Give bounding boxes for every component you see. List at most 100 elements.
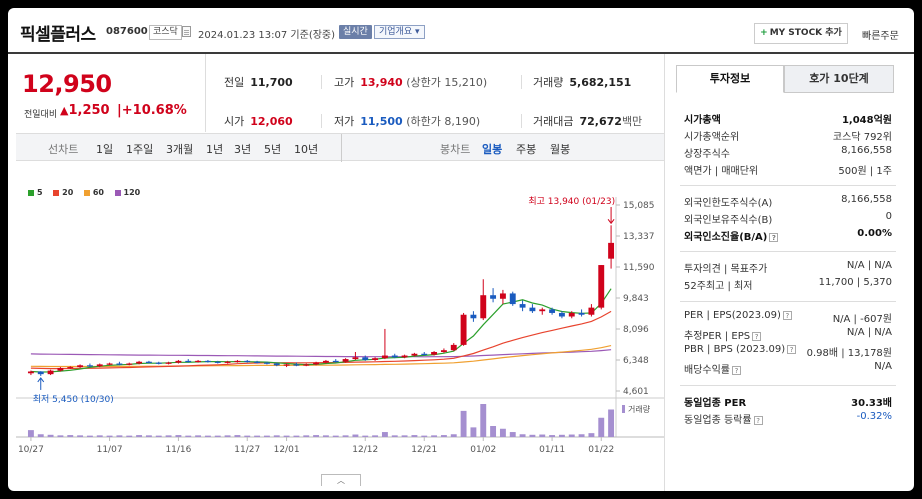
y-tick-label: 4,601 (623, 387, 649, 397)
market-tag: 코스닥 (149, 25, 182, 40)
volume-bar (332, 435, 339, 437)
volume-bar (204, 435, 211, 437)
candle-body (450, 344, 457, 351)
help-icon[interactable]: ? (769, 233, 779, 242)
volume-bar (185, 435, 192, 437)
volume-bar (509, 432, 516, 437)
price-change-percent: |+10.68% (117, 103, 187, 118)
tab-weekly[interactable]: 주봉 (516, 141, 536, 157)
info-value: 0.98배 | 13,178원 (806, 348, 892, 359)
info-key: PBR | BPS (2023.09)? (684, 344, 797, 355)
y-tick-label: 11,590 (623, 263, 655, 273)
company-info-dropdown[interactable]: 기업개요 ▾ (374, 25, 425, 39)
collapse-chart-button[interactable]: ︿ (321, 474, 361, 486)
info-key: 동일업종 등락률? (684, 411, 763, 426)
volume-bar (440, 435, 447, 437)
y-tick-label: 9,843 (623, 294, 649, 304)
info-value: 8,166,558 (841, 194, 892, 205)
help-icon[interactable]: ? (752, 332, 762, 341)
candle-body (116, 363, 123, 365)
candle-body (155, 362, 162, 364)
volume-bar (519, 434, 526, 437)
volume-bar (27, 430, 34, 437)
info-key: 액면가 | 매매단위 (684, 166, 759, 177)
candle-body (440, 350, 447, 352)
info-key: 추정PER | EPS? (684, 327, 762, 342)
document-icon[interactable] (182, 26, 191, 37)
volume-bar (47, 434, 54, 437)
candle-body (578, 312, 585, 315)
candle-body (77, 365, 84, 368)
candlestick-svg[interactable]: 15,085 13,337 11,590 9,843 8,096 6,348 4,601 거래… (16, 161, 664, 461)
info-row: PBR | BPS (2023.09)? 0.98배 | 13,178원 (684, 344, 892, 359)
price-change: ▲1,250 (60, 103, 110, 118)
candle-body (362, 357, 369, 360)
tab-3month[interactable]: 3개월 (166, 141, 193, 157)
info-value: N/A | N/A (846, 327, 892, 338)
y-tick-label: 13,337 (623, 232, 655, 242)
quote-amount: 거래대금 72,672백만 (533, 115, 643, 128)
candle-body (283, 364, 290, 366)
price-chart[interactable]: 5 20 60 120 15,085 13,337 11,590 9,843 8,096… (16, 161, 664, 461)
info-divider (680, 301, 896, 302)
candle-body (480, 295, 487, 319)
realtime-button[interactable]: 실시간 (339, 25, 372, 39)
tab-5year[interactable]: 5년 (264, 141, 281, 157)
info-key: 52주최고 | 최저 (684, 281, 753, 292)
info-key: 배당수익률? (684, 361, 741, 376)
tab-1week[interactable]: 1주일 (126, 141, 153, 157)
info-key: 시가총액순위 (684, 132, 740, 143)
max-price-label: 최고 13,940 (01/23) (528, 196, 615, 207)
volume-bar (244, 435, 251, 437)
help-icon[interactable]: ? (732, 366, 741, 375)
candle-chart-label: 봉차트 (440, 143, 471, 156)
info-row: 상장주식수 8,166,558 (684, 145, 892, 160)
tab-1day[interactable]: 1일 (96, 141, 113, 157)
stock-name[interactable]: 픽셀플러스 (20, 20, 96, 45)
line-chart-label: 선차트 (48, 143, 79, 156)
volume-bar (421, 435, 428, 437)
volume-bar (431, 435, 438, 437)
candle-body (165, 362, 172, 364)
candle-body (509, 293, 516, 305)
quote-open: 시가 12,060 (224, 115, 293, 128)
tab-daily[interactable]: 일봉 (482, 141, 502, 157)
volume-bar (214, 435, 221, 437)
info-divider (680, 185, 896, 186)
volume-bar (195, 435, 202, 437)
volume-bar (499, 428, 506, 437)
info-value: N/A | N/A (846, 260, 892, 271)
tab-10year[interactable]: 10년 (294, 141, 318, 157)
help-icon[interactable]: ? (782, 311, 792, 320)
candle-body (322, 360, 329, 363)
volume-bar (608, 409, 615, 437)
volume-bar (224, 435, 231, 437)
candle-body (47, 370, 54, 375)
info-value: N/A (874, 361, 892, 372)
volume-bar (372, 435, 379, 437)
candle-body (37, 371, 44, 375)
candle-body (96, 364, 103, 367)
quote-prev: 전일 11,700 (224, 76, 293, 89)
tab-order-book[interactable]: 호가 10단계 (784, 65, 894, 93)
candle-body (568, 312, 575, 317)
add-mystock-button[interactable]: + MY STOCK 추가 (754, 23, 848, 44)
help-icon[interactable]: ? (787, 345, 797, 354)
tab-3year[interactable]: 3년 (234, 141, 251, 157)
quick-order-link[interactable]: 빠른주문 (862, 27, 899, 42)
quote-volume: 거래량 5,682,151 (533, 76, 632, 89)
volume-bar (322, 435, 329, 437)
candle-body (470, 314, 477, 319)
volume-bar (460, 410, 467, 437)
tab-investment-info[interactable]: 투자정보 (676, 65, 784, 93)
add-mystock-label: MY STOCK 추가 (769, 28, 842, 38)
tab-monthly[interactable]: 월봉 (550, 141, 570, 157)
quote-high: 고가 13,940 (상한가 15,210) (334, 76, 488, 89)
tab-1year[interactable]: 1년 (206, 141, 223, 157)
help-icon[interactable]: ? (753, 416, 763, 425)
candle-body (431, 351, 438, 355)
info-value: 코스닥 792위 (832, 132, 892, 143)
volume-bar (165, 435, 172, 437)
quote-table: 전일 11,700 고가 13,940 (상한가 15,210) 거래량 5,682,… (206, 54, 664, 132)
info-key: 외국인보유주식수(B) (684, 215, 773, 226)
